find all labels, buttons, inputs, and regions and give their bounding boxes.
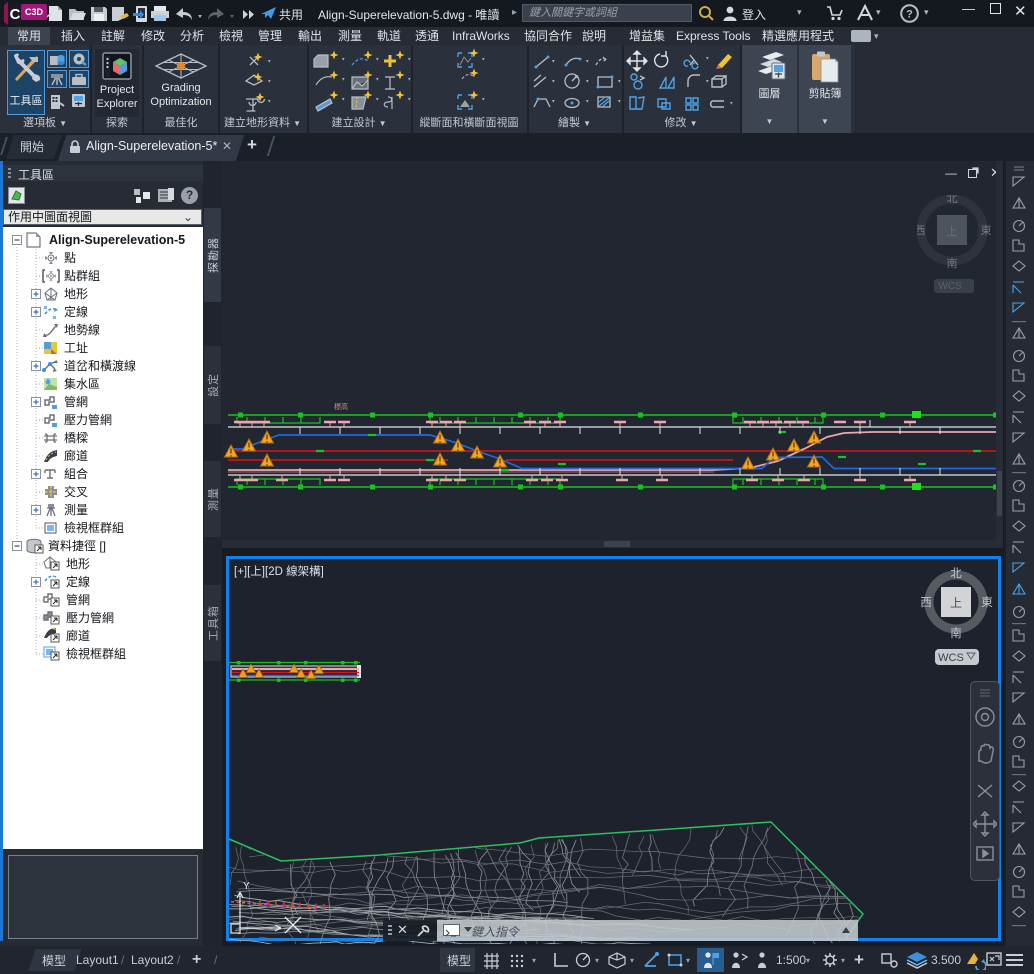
svg-text:地勢線: 地勢線 — [64, 322, 100, 337]
svg-text:點群組: 點群組 — [64, 269, 100, 283]
svg-text:?: ? — [906, 9, 913, 21]
svg-text:組合: 組合 — [64, 466, 88, 481]
svg-text:C: C — [10, 6, 21, 23]
svg-text:橋樑: 橋樑 — [64, 431, 88, 445]
svg-text:標高: 標高 — [334, 402, 348, 411]
svg-text:地形: 地形 — [66, 557, 90, 571]
svg-text:壓力管網: 壓力管網 — [64, 412, 112, 427]
svg-text:工址: 工址 — [64, 341, 88, 355]
svg-text:Align-Superelevation-5: Align-Superelevation-5 — [49, 233, 185, 247]
svg-text:交叉: 交叉 — [64, 484, 88, 499]
svg-text:Y: Y — [243, 881, 250, 892]
svg-text:廊道: 廊道 — [64, 448, 88, 463]
svg-text:集水區: 集水區 — [64, 376, 100, 391]
svg-text:道岔和橫渡線: 道岔和橫渡線 — [64, 358, 136, 373]
svg-text:廊道: 廊道 — [66, 628, 90, 643]
svg-text:點: 點 — [64, 251, 76, 265]
svg-text:管網: 管網 — [66, 592, 90, 607]
svg-text:定線: 定線 — [64, 304, 88, 319]
svg-text:定線: 定線 — [66, 574, 90, 589]
svg-text:檢視框群組: 檢視框群組 — [66, 646, 126, 661]
svg-text:測量: 測量 — [64, 503, 88, 517]
svg-text:壓力管網: 壓力管網 — [66, 610, 114, 625]
svg-text:地形: 地形 — [64, 287, 88, 301]
svg-text:管網: 管網 — [64, 394, 88, 409]
svg-text:檢視框群組: 檢視框群組 — [64, 520, 124, 535]
svg-text:資料捷徑 []: 資料捷徑 [] — [48, 539, 106, 553]
